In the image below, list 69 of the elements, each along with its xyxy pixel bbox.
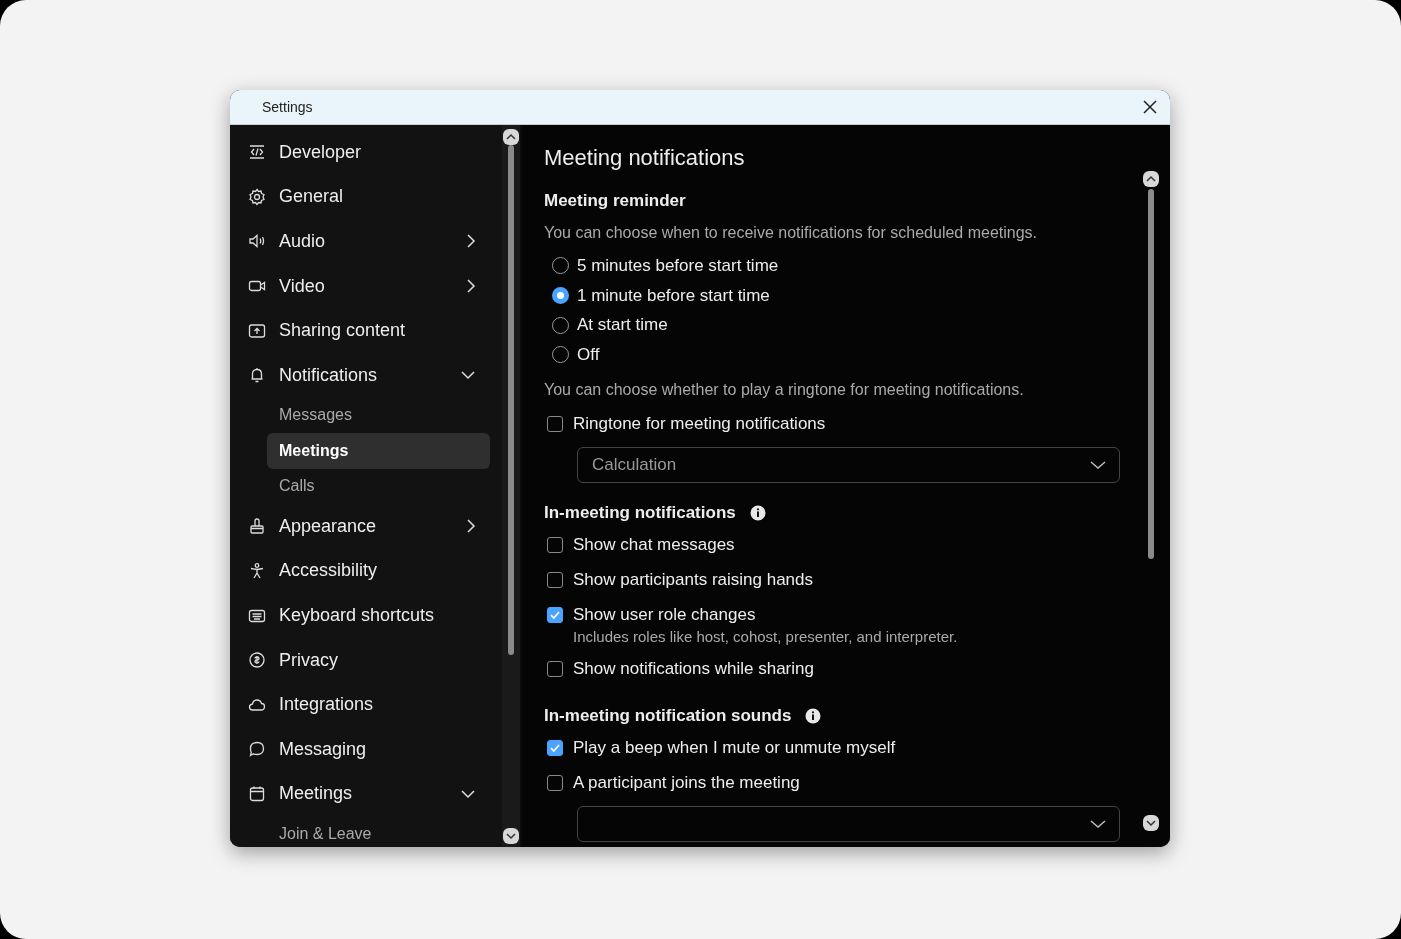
sidebar-item[interactable]: Integrations — [230, 682, 502, 728]
checkbox-label[interactable]: Show user role changes — [573, 605, 756, 626]
chevron-down-icon — [1089, 459, 1107, 470]
checkbox-label[interactable]: Show participants raising hands — [573, 570, 814, 591]
scroll-up-icon[interactable] — [503, 129, 519, 145]
scroll-up-icon[interactable] — [1143, 171, 1159, 187]
sidebar-subitem[interactable]: Messages — [267, 397, 490, 434]
radio-button[interactable] — [552, 287, 569, 305]
sidebar-subitem[interactable]: Meetings — [267, 433, 490, 469]
checkbox[interactable] — [547, 775, 563, 792]
checkbox[interactable] — [547, 416, 563, 433]
checkbox[interactable] — [547, 537, 563, 554]
sidebar-item[interactable]: Privacy — [230, 637, 502, 683]
sidebar-item[interactable]: Messaging — [230, 727, 502, 772]
sidebar-item[interactable]: Sharing content — [230, 308, 502, 353]
sidebar-subitem[interactable]: Calls — [267, 468, 490, 505]
person-icon — [248, 561, 266, 580]
checkbox-label[interactable]: Ringtone for meeting notifications — [573, 414, 826, 435]
chevron-down-icon — [460, 788, 476, 799]
calendar-icon — [248, 784, 266, 803]
sidebar-item[interactable]: Notifications — [230, 352, 502, 398]
scrollbar[interactable] — [1142, 171, 1160, 831]
sidebar-item[interactable]: Keyboard shortcuts — [230, 593, 502, 638]
radio-label[interactable]: 5 minutes before start time — [577, 255, 779, 276]
checkbox-label[interactable]: A participant joins the meeting — [573, 773, 800, 794]
chevron-down-icon — [460, 370, 476, 381]
close-icon[interactable] — [1143, 100, 1157, 114]
screen-share-icon — [248, 321, 266, 340]
sidebar-item[interactable]: Developer — [230, 130, 502, 175]
code-icon — [248, 143, 266, 162]
sidebar-subitem[interactable]: Join & Leave — [267, 816, 490, 847]
radio-label[interactable]: 1 minute before start time — [577, 285, 770, 306]
chevron-right-icon — [466, 278, 476, 295]
chat-bubble-icon — [248, 740, 266, 759]
checkbox[interactable] — [547, 572, 563, 589]
hint-text: Includes roles like host, cohost, presenter, and interpreter. — [572, 627, 959, 645]
chevron-down-icon — [1089, 818, 1107, 829]
sidebar-item[interactable]: Audio — [230, 219, 502, 264]
scrollbar[interactable] — [502, 125, 520, 847]
info-icon[interactable] — [805, 707, 822, 724]
checkbox[interactable] — [547, 661, 563, 678]
chevron-right-icon — [466, 518, 476, 535]
scroll-down-icon[interactable] — [1143, 815, 1159, 831]
section-heading: Meeting reminder — [544, 191, 686, 211]
checkbox-label[interactable]: Play a beep when I mute or unmute myself — [573, 738, 896, 759]
dropdown[interactable]: Calculation — [577, 446, 1120, 483]
brush-icon — [248, 517, 266, 536]
section-heading: In-meeting notifications — [544, 502, 736, 523]
sidebar-item[interactable]: Video — [230, 263, 502, 309]
chevron-right-icon — [466, 233, 476, 250]
scroll-down-icon[interactable] — [503, 828, 519, 844]
checkbox-label[interactable]: Show chat messages — [573, 535, 735, 556]
checkbox[interactable] — [547, 740, 563, 757]
section-heading: In-meeting notification sounds — [544, 705, 792, 726]
description-text: You can choose whether to play a ringtone for meeting notifications. — [544, 379, 1025, 400]
gear-icon — [248, 187, 266, 206]
speaker-icon — [248, 232, 266, 251]
sidebar-item[interactable]: Meetings — [230, 771, 502, 817]
sidebar-item[interactable]: General — [230, 174, 502, 220]
radio-label[interactable]: At start time — [577, 315, 668, 336]
info-icon[interactable] — [749, 504, 766, 521]
window-title: Settings — [262, 99, 313, 115]
sidebar-item[interactable]: Appearance — [230, 504, 502, 549]
description-text: You can choose when to receive notifications for scheduled meetings. — [544, 223, 1039, 243]
sidebar-item[interactable]: Accessibility — [230, 548, 502, 594]
checkbox[interactable] — [547, 607, 563, 624]
checkbox-label[interactable]: Show notifications while sharing — [573, 659, 814, 680]
page-title: Meeting notifications — [544, 145, 746, 171]
radio-label[interactable]: Off — [577, 344, 600, 365]
